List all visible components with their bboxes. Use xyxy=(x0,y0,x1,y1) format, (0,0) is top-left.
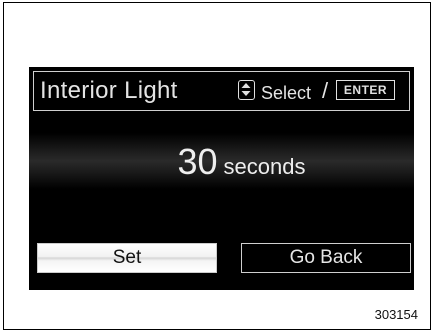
figure-frame: Interior Light Select / ENTER 30 seconds … xyxy=(3,2,431,330)
enter-key-badge: ENTER xyxy=(336,80,395,100)
go-back-button[interactable]: Go Back xyxy=(241,243,411,273)
screen-title: Interior Light xyxy=(40,77,178,104)
select-hint-label: Select xyxy=(261,83,312,103)
up-down-arrows-icon xyxy=(238,80,255,100)
display-screen: Interior Light Select / ENTER 30 seconds … xyxy=(29,67,414,290)
hint-separator: / xyxy=(322,78,329,103)
duration-value[interactable]: 30 seconds xyxy=(29,141,414,183)
set-button[interactable]: Set xyxy=(37,243,217,273)
figure-code: 303154 xyxy=(374,307,418,322)
header-bar: Interior Light Select / ENTER xyxy=(33,71,410,111)
duration-unit: seconds xyxy=(223,154,306,179)
duration-number: 30 xyxy=(177,141,218,182)
